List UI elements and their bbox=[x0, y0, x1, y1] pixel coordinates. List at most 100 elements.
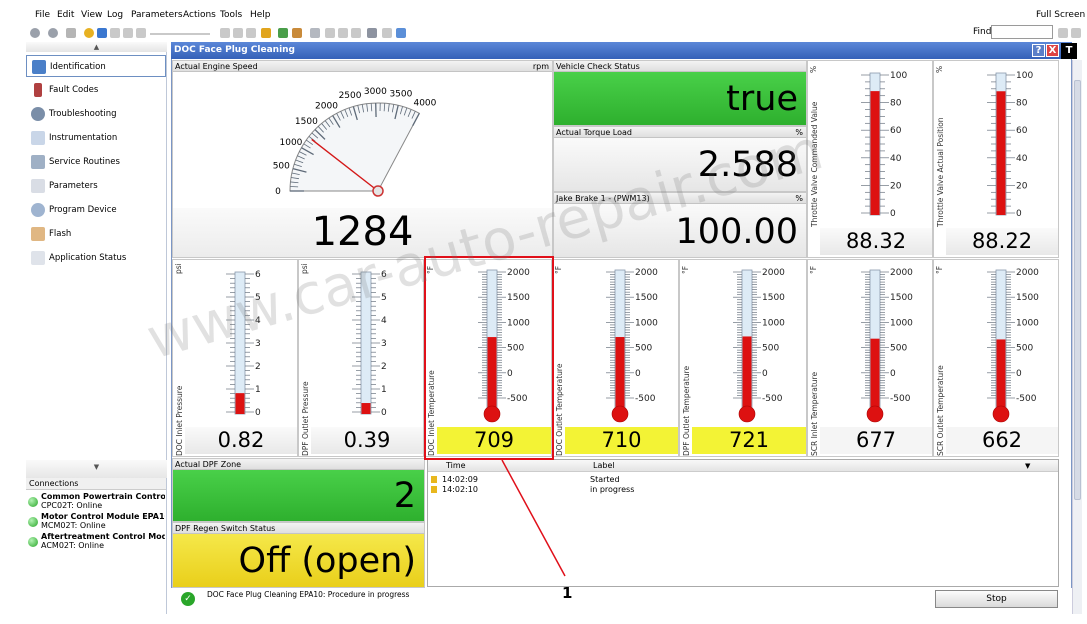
highlight-box bbox=[424, 256, 554, 460]
throttle-pos-panel: % Throttle Valve Actual Position 100 80 60… bbox=[933, 60, 1059, 258]
scr-outlet-temp-value: 662 bbox=[946, 427, 1058, 454]
step-icon[interactable] bbox=[233, 28, 243, 38]
menu-tools[interactable]: Tools bbox=[220, 10, 242, 20]
scr-inlet-temp-value: 677 bbox=[820, 427, 932, 454]
redo-icon[interactable] bbox=[396, 28, 406, 38]
flag-icon[interactable] bbox=[261, 28, 271, 38]
scale-label: -500 bbox=[890, 394, 911, 404]
thermometer-fill bbox=[361, 403, 371, 414]
vehicle-check-indicator: true bbox=[554, 72, 806, 125]
menu-actions[interactable]: Actions bbox=[183, 10, 216, 20]
thermometer-tube bbox=[234, 271, 246, 415]
find-input[interactable] bbox=[991, 25, 1053, 39]
record-icon[interactable] bbox=[246, 28, 256, 38]
panel-splitter[interactable]: ▼ bbox=[26, 460, 167, 478]
flag-icon bbox=[431, 476, 437, 483]
nav-instrumentation[interactable]: Instrumentation bbox=[26, 127, 166, 149]
stop-button[interactable]: Stop bbox=[935, 590, 1058, 608]
menu-parameters[interactable]: Parameters bbox=[131, 10, 183, 20]
nav-troubleshooting[interactable]: Troubleshooting bbox=[26, 103, 166, 125]
doc-inlet-pressure-label: DOC Inlet Pressure bbox=[175, 385, 184, 456]
undo-icon[interactable] bbox=[382, 28, 392, 38]
chart-icon[interactable] bbox=[292, 28, 302, 38]
menu-view[interactable]: View bbox=[81, 10, 102, 20]
thermometer-bulb bbox=[611, 405, 629, 423]
nav-label: Identification bbox=[50, 62, 106, 72]
slider-track[interactable] bbox=[150, 33, 210, 35]
thermometer-fill bbox=[870, 91, 880, 215]
log-col-time[interactable]: Time bbox=[446, 460, 466, 472]
tool1-icon[interactable] bbox=[325, 28, 335, 38]
nav-service-routines[interactable]: Service Routines bbox=[26, 151, 166, 173]
scr-outlet-temp-panel: °F SCR Outlet Temperature 2000 1500 1000 50… bbox=[933, 259, 1059, 457]
tool3-icon[interactable] bbox=[351, 28, 361, 38]
scrollbar-thumb[interactable] bbox=[1074, 80, 1081, 500]
navigation-panel: Identification Fault Codes Troubleshooti… bbox=[26, 42, 167, 460]
skip-icon[interactable] bbox=[220, 28, 230, 38]
scale-label: 5 bbox=[381, 293, 387, 303]
nav-scroll-up[interactable]: ▲ bbox=[26, 42, 167, 52]
nav-flash[interactable]: Flash bbox=[26, 223, 166, 245]
nav-identification[interactable]: Identification bbox=[26, 55, 166, 77]
find-next-icon[interactable] bbox=[1071, 28, 1081, 38]
scale-label: 1000 bbox=[890, 318, 913, 328]
back-icon[interactable] bbox=[30, 28, 40, 38]
menu-log[interactable]: Log bbox=[107, 10, 123, 20]
engine-speed-gauge: 0 500 1000 1500 20002500 3000 35004000 bbox=[273, 87, 437, 197]
scale-label: 1000 bbox=[762, 318, 785, 328]
scale-label: 1 bbox=[381, 385, 387, 395]
thermometer-bulb bbox=[738, 405, 756, 423]
connection-name: Common Powertrain Contro... bbox=[41, 492, 165, 501]
scale-label: 0 bbox=[381, 408, 387, 418]
nav-parameters[interactable]: Parameters bbox=[26, 175, 166, 197]
nav-fault-codes[interactable]: Fault Codes bbox=[26, 79, 166, 101]
doc-outlet-temp-label: DOC Outlet Temperature bbox=[555, 363, 564, 456]
play-icon[interactable] bbox=[97, 28, 107, 38]
online-icon bbox=[28, 537, 38, 547]
help-button[interactable]: ? bbox=[1032, 44, 1045, 57]
scale-label: 1 bbox=[255, 385, 261, 395]
stop-icon[interactable] bbox=[110, 28, 120, 38]
vertical-scrollbar[interactable] bbox=[1072, 60, 1082, 614]
tool2-icon[interactable] bbox=[338, 28, 348, 38]
checkmark-icon: ✓ bbox=[181, 592, 195, 606]
nav-program-device[interactable]: Program Device bbox=[26, 199, 166, 221]
menu-edit[interactable]: Edit bbox=[57, 10, 74, 20]
connection-item[interactable]: Motor Control Module EPA10 MCM02T: Online bbox=[28, 512, 166, 532]
gauge-tick-label: 2500 bbox=[339, 91, 362, 101]
dpf-zone-value: 2 bbox=[393, 476, 416, 516]
forward-icon[interactable] bbox=[48, 28, 58, 38]
doc-outlet-temp-unit: °F bbox=[554, 265, 563, 274]
export-icon[interactable] bbox=[278, 28, 288, 38]
jake-brake-display: 100.00 bbox=[554, 204, 806, 257]
pause-icon[interactable] bbox=[123, 28, 133, 38]
rewind-icon[interactable] bbox=[136, 28, 146, 38]
refresh-icon[interactable] bbox=[84, 28, 94, 38]
connections-header: Connections bbox=[26, 478, 166, 490]
throttle-cmd-value: 88.32 bbox=[820, 228, 932, 255]
online-icon bbox=[28, 497, 38, 507]
thermometer-fill bbox=[870, 338, 880, 412]
connection-item[interactable]: Common Powertrain Contro... CPC02T: Onlin… bbox=[28, 492, 166, 512]
close-button[interactable]: X bbox=[1046, 44, 1059, 57]
full-screen-button[interactable]: Full Screen bbox=[1036, 10, 1085, 20]
find-prev-icon[interactable] bbox=[1058, 28, 1068, 38]
home-icon[interactable] bbox=[66, 28, 76, 38]
gauge-tick-label: 1000 bbox=[280, 138, 303, 148]
nav-label: Troubleshooting bbox=[49, 109, 117, 119]
scr-outlet-temp-unit: °F bbox=[935, 265, 944, 274]
gauge-tick-label: 0 bbox=[275, 187, 281, 197]
menu-file[interactable]: File bbox=[35, 10, 50, 20]
print-icon[interactable] bbox=[310, 28, 320, 38]
doc-inlet-pressure-unit: psi bbox=[174, 263, 183, 274]
fault-codes-icon bbox=[34, 83, 42, 97]
scale-label: 40 bbox=[890, 154, 902, 164]
nav-application-status[interactable]: Application Status bbox=[26, 247, 166, 269]
log-menu-icon[interactable]: ▼ bbox=[1025, 460, 1030, 472]
connection-item[interactable]: Aftertreatment Control Mod... ACM02T: Onl… bbox=[28, 532, 166, 552]
menu-help[interactable]: Help bbox=[250, 10, 271, 20]
log-col-label[interactable]: Label bbox=[593, 460, 615, 472]
engine-speed-unit: rpm bbox=[532, 62, 549, 71]
filter-icon[interactable] bbox=[367, 28, 377, 38]
online-icon bbox=[28, 517, 38, 527]
